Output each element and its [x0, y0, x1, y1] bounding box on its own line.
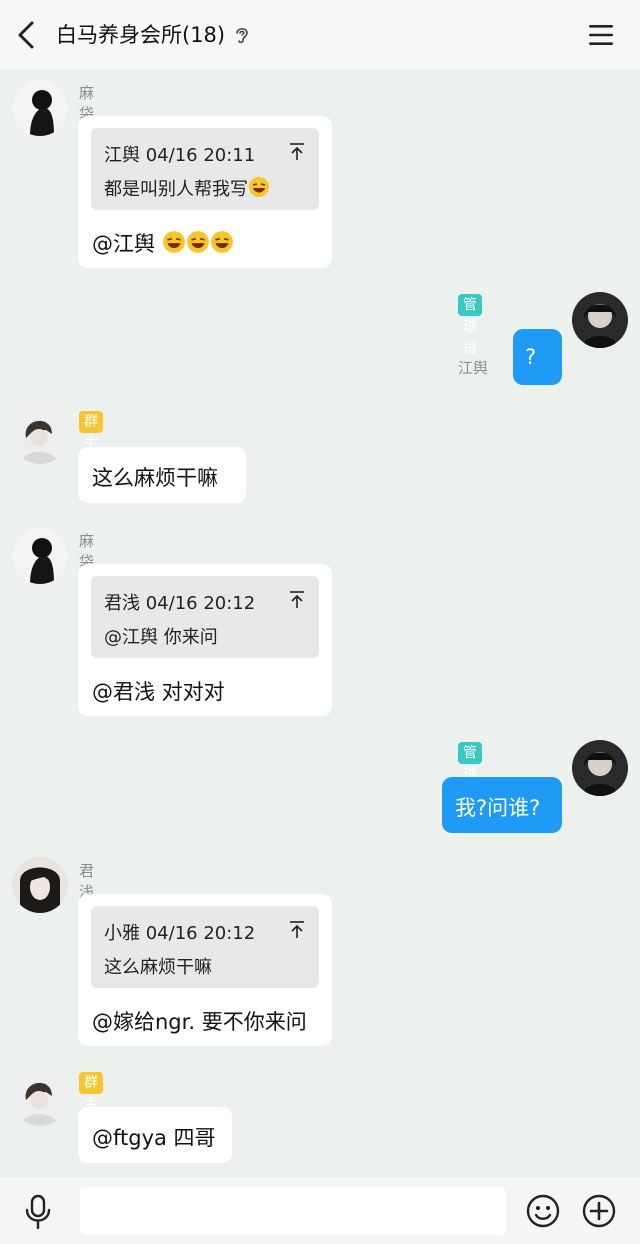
admin-badge: 管理员 [458, 742, 482, 805]
avatar[interactable] [12, 528, 68, 584]
pin-top-icon[interactable] [289, 142, 305, 162]
pin-top-icon[interactable] [289, 590, 305, 610]
message-text: @江舆 [92, 228, 234, 258]
avatar[interactable] [572, 740, 628, 796]
laugh-emoji-icon [162, 231, 185, 253]
input-bar [0, 1178, 640, 1244]
message-text: ? [525, 345, 537, 369]
message-bubble[interactable]: 君浅 04/16 20:12 @江舆 你来问 @君浅 对对对 [78, 564, 332, 716]
message-input[interactable] [80, 1187, 506, 1235]
message-bubble[interactable]: 我?问谁? [442, 777, 562, 833]
quoted-message[interactable]: 江舆 04/16 20:11 都是叫别人帮我写 [91, 128, 319, 210]
message-text: 这么麻烦干嘛 [92, 466, 218, 490]
sender-line: 管理员江舆 [458, 294, 488, 378]
message-bubble[interactable]: 小雅 04/16 20:12 这么麻烦干嘛 @嫁给ngr. 要不你来问 [78, 894, 332, 1046]
avatar[interactable] [572, 292, 628, 348]
avatar[interactable] [12, 408, 68, 464]
message-text: @君浅 对对对 [92, 680, 225, 704]
message-text: @嫁给ngr. 要不你来问 [92, 1010, 307, 1034]
chat-header: 白马养身会所(18) [0, 0, 640, 70]
sender-name: 江舆 [458, 359, 489, 377]
pin-top-icon[interactable] [289, 920, 305, 940]
message-bubble[interactable]: 江舆 04/16 20:11 都是叫别人帮我写 @江舆 [78, 116, 332, 268]
quoted-message[interactable]: 小雅 04/16 20:12 这么麻烦干嘛 [91, 906, 319, 988]
group-title[interactable]: 白马养身会所(18) [56, 0, 225, 70]
quote-author-time: 江舆 04/16 20:11 [104, 145, 256, 166]
owner-badge: 群主 [79, 1072, 103, 1113]
plus-icon[interactable] [582, 1194, 616, 1228]
message-text: @ftgya 四哥 [92, 1126, 216, 1150]
microphone-icon[interactable] [24, 1194, 52, 1230]
emoji-icon[interactable] [526, 1194, 560, 1228]
menu-icon[interactable] [588, 22, 614, 48]
quote-text: @江舆 你来问 [104, 627, 218, 648]
quote-author-time: 小雅 04/16 20:12 [104, 923, 256, 944]
back-icon[interactable] [14, 20, 40, 50]
quoted-message[interactable]: 君浅 04/16 20:12 @江舆 你来问 [91, 576, 319, 658]
message-bubble[interactable]: @ftgya 四哥 [78, 1107, 232, 1163]
laugh-emoji-icon [249, 177, 269, 197]
ear-icon[interactable] [234, 25, 250, 45]
quote-text: 这么麻烦干嘛 [104, 957, 212, 978]
avatar[interactable] [12, 80, 68, 136]
avatar[interactable] [12, 1070, 68, 1126]
owner-badge: 群主 [79, 411, 103, 452]
laugh-emoji-icon [186, 231, 209, 253]
laugh-emoji-icon [210, 231, 233, 253]
quote-text: 都是叫别人帮我写 [104, 175, 270, 201]
quote-author-time: 君浅 04/16 20:12 [104, 593, 256, 614]
message-bubble[interactable]: ? [513, 329, 562, 385]
message-bubble[interactable]: 这么麻烦干嘛 [78, 447, 246, 503]
admin-badge: 管理员 [458, 294, 482, 357]
message-text: 我?问谁? [455, 796, 541, 820]
avatar[interactable] [12, 857, 68, 913]
